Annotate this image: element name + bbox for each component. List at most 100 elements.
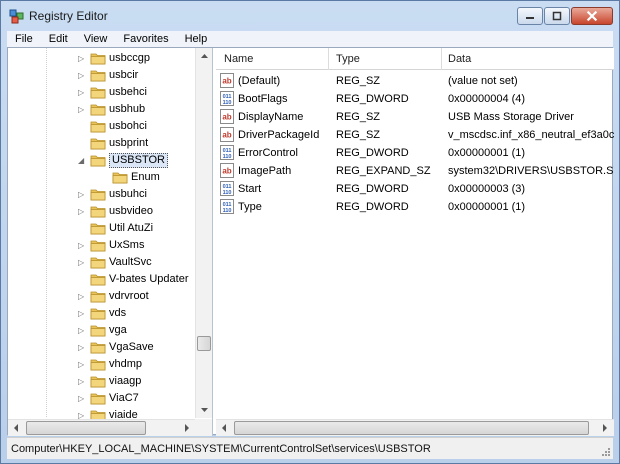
scroll-corner [195,419,212,436]
folder-icon [90,273,106,286]
value-type: REG_DWORD [336,147,409,159]
tree-item-label: USBSTOR [109,153,168,168]
expand-arrow-icon[interactable]: ▷ [78,88,86,97]
tree-item-label: usbvideo [109,205,154,217]
scroll-left-icon[interactable] [8,420,25,436]
menu-file[interactable]: File [7,31,41,47]
tree-item[interactable]: ▷ viaagp [8,373,198,390]
folder-icon [90,86,106,99]
client-area: ▷ usbccgp ▷ usbcir ▷ usbehci ▷ usbhub usbohci usb… [7,47,614,436]
expand-arrow-icon[interactable]: ▷ [78,377,86,386]
value-row[interactable]: ab DisplayName REG_SZ USB Mass Storage Driv… [216,108,614,126]
string-value-icon: ab [220,127,234,142]
expand-arrow-icon[interactable]: ▷ [78,360,86,369]
tree-item[interactable]: ▷ vga [8,322,198,339]
tree-item[interactable]: ▷ vdrvroot [8,288,198,305]
status-bar: Computer\HKEY_LOCAL_MACHINE\SYSTEM\Curre… [7,437,613,459]
column-separator[interactable] [328,48,329,70]
minimize-button[interactable] [517,7,543,25]
menu-edit[interactable]: Edit [41,31,76,47]
values-list-pane[interactable]: Name Type Data ab (Default) REG_SZ (value n… [216,48,614,436]
value-row[interactable]: ab DriverPackageId REG_SZ v_mscdsc.inf_x86_… [216,126,614,144]
title-bar[interactable]: Registry Editor [1,1,619,31]
value-row[interactable]: 011 110 Start REG_DWORD 0x00000003 (3) [216,180,614,198]
value-row[interactable]: ab (Default) REG_SZ (value not set) [216,72,614,90]
tree-item[interactable]: ▷ usbvideo [8,203,198,220]
tree-item[interactable]: ▷ usbehci [8,84,198,101]
tree-hscroll-thumb[interactable] [26,421,146,435]
tree-item[interactable]: Util AtuZi [8,220,198,237]
value-name: Start [238,183,262,195]
collapse-arrow-icon[interactable]: ◢ [78,156,86,165]
tree-item[interactable]: ▷ usbuhci [8,186,198,203]
tree-item[interactable]: V-bates Updater [8,271,198,288]
maximize-button[interactable] [544,7,570,25]
tree-scroll-thumb[interactable] [197,336,211,351]
expand-arrow-icon[interactable]: ▷ [78,241,86,250]
expand-arrow-icon[interactable]: ▷ [78,71,86,80]
tree-item-label: VaultSvc [109,256,152,268]
tree-item[interactable]: ▷ vds [8,305,198,322]
column-separator[interactable] [441,48,442,70]
list-horizontal-scrollbar[interactable] [216,419,614,436]
tree-item[interactable]: ▷ VaultSvc [8,254,198,271]
menu-help[interactable]: Help [177,31,216,47]
list-hscroll-thumb[interactable] [234,421,589,435]
tree-item[interactable]: ▷ vhdmp [8,356,198,373]
binary-value-icon: 011 110 [220,145,234,160]
scroll-right-icon[interactable] [596,420,613,436]
value-type: REG_SZ [336,129,381,141]
string-value-icon: ab [220,73,234,88]
tree-item[interactable]: ▷ usbhub [8,101,198,118]
tree-item[interactable]: ▷ ViaC7 [8,390,198,407]
value-data: 0x00000003 (3) [448,183,526,195]
value-data: 0x00000001 (1) [448,201,526,213]
scroll-up-icon[interactable] [196,48,213,65]
key-tree-pane[interactable]: ▷ usbccgp ▷ usbcir ▷ usbehci ▷ usbhub usbohci usb… [8,48,213,436]
expand-arrow-icon[interactable]: ▷ [78,394,86,403]
value-type: REG_SZ [336,75,381,87]
expand-arrow-icon[interactable]: ▷ [78,309,86,318]
expand-arrow-icon[interactable]: ▷ [78,326,86,335]
expand-arrow-icon[interactable]: ▷ [78,54,86,63]
tree-item[interactable]: usbohci [8,118,198,135]
menu-favorites[interactable]: Favorites [115,31,176,47]
menu-view[interactable]: View [76,31,116,47]
close-button[interactable] [571,7,613,25]
column-header-type[interactable]: Type [336,53,360,65]
tree-item[interactable]: ▷ usbccgp [8,50,198,67]
tree-item[interactable]: ▷ usbcir [8,67,198,84]
tree-item-label: Enum [131,171,160,183]
tree-item-label: viaagp [109,375,142,387]
value-data: system32\DRIVERS\USBSTOR.SYS [448,165,614,177]
tree-item[interactable]: Enum [8,169,198,186]
tree-horizontal-scrollbar[interactable] [8,419,195,436]
tree-item[interactable]: ▷ UxSms [8,237,198,254]
column-header-name[interactable]: Name [224,53,253,65]
expand-arrow-icon[interactable]: ▷ [78,292,86,301]
value-row[interactable]: 011 110 ErrorControl REG_DWORD 0x00000001 (1… [216,144,614,162]
scroll-left-icon[interactable] [216,420,233,436]
tree-vertical-scrollbar[interactable] [195,48,212,418]
column-header-data[interactable]: Data [448,53,471,65]
tree-item[interactable]: usbprint [8,135,198,152]
folder-icon [90,358,106,371]
value-row[interactable]: ab ImagePath REG_EXPAND_SZ system32\DRIVERS… [216,162,614,180]
registry-editor-window: Registry Editor File Edit View Favorites… [0,0,620,464]
expand-arrow-icon[interactable]: ▷ [78,105,86,114]
tree-item-label: Util AtuZi [109,222,154,234]
menu-bar: File Edit View Favorites Help [7,31,613,47]
value-row[interactable]: 011 110 BootFlags REG_DWORD 0x00000004 (4) [216,90,614,108]
tree-item[interactable]: ▷ VgaSave [8,339,198,356]
value-name: (Default) [238,75,281,87]
expand-arrow-icon[interactable]: ▷ [78,258,86,267]
expand-arrow-icon[interactable]: ▷ [78,207,86,216]
expand-arrow-icon[interactable]: ▷ [78,190,86,199]
value-row[interactable]: 011 110 Type REG_DWORD 0x00000001 (1) [216,198,614,216]
scroll-down-icon[interactable] [196,401,213,418]
resize-grip-icon[interactable] [599,445,611,457]
value-type: REG_DWORD [336,183,409,195]
scroll-right-icon[interactable] [178,420,195,436]
tree-item[interactable]: ◢ USBSTOR [8,152,198,169]
expand-arrow-icon[interactable]: ▷ [78,343,86,352]
